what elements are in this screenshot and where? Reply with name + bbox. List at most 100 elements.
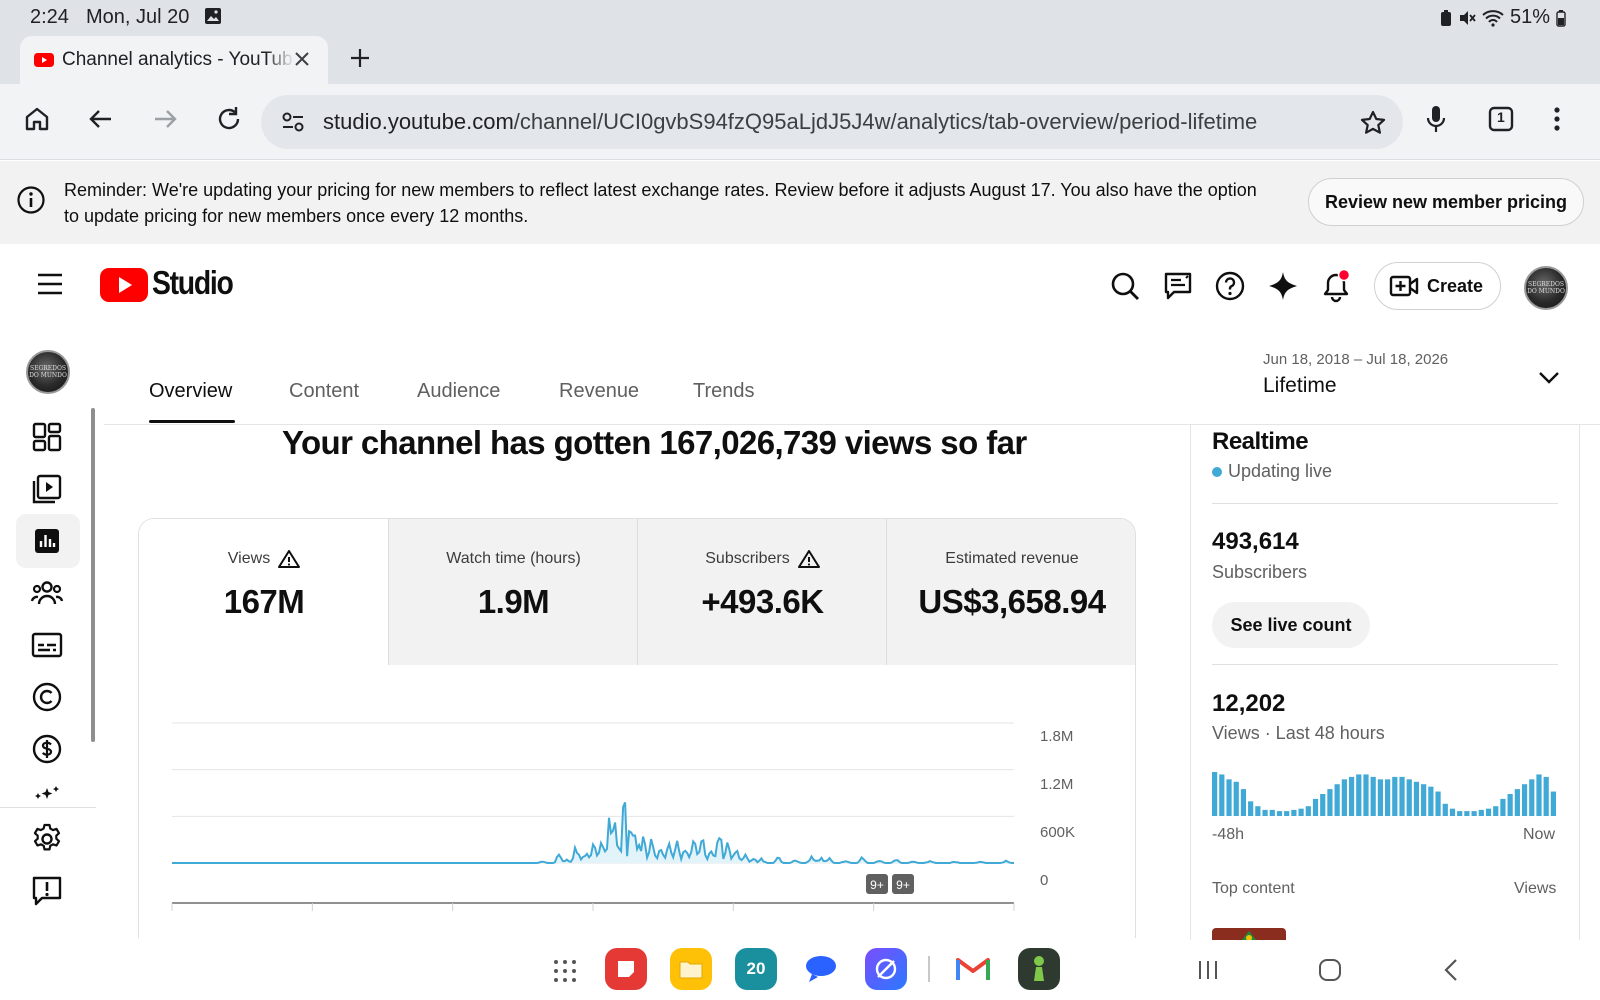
back-icon[interactable]	[86, 104, 116, 134]
video-add-icon	[1389, 274, 1419, 298]
realtime-bar	[1514, 789, 1520, 816]
battery-level: 51%	[1509, 6, 1550, 28]
info-icon	[16, 185, 46, 215]
realtime-bar	[1240, 789, 1247, 816]
realtime-bar	[1493, 806, 1499, 816]
close-tab-icon[interactable]	[290, 47, 314, 71]
comments-icon[interactable]	[1162, 270, 1194, 302]
top-content-label: Top content	[1212, 880, 1295, 897]
internet-app-icon[interactable]	[865, 948, 907, 990]
copyright-icon[interactable]	[30, 680, 64, 714]
realtime-separator	[1212, 503, 1558, 504]
metric-revenue-value: US$3,658.94	[918, 583, 1106, 620]
tab-audience[interactable]: Audience	[417, 380, 500, 403]
community-icon[interactable]	[30, 576, 64, 610]
customization-sparkle-icon[interactable]	[30, 784, 64, 800]
realtime-bar	[1269, 809, 1275, 816]
realtime-bar	[1212, 772, 1218, 816]
reminder-text: Reminder: We're updating your pricing fo…	[64, 180, 1257, 226]
realtime-bar	[1485, 808, 1492, 816]
y-tick-label: 1.8M	[1040, 728, 1074, 745]
realtime-subscribers-value: 493,614	[1212, 528, 1299, 555]
metric-subscribers-label: Subscribers	[705, 550, 790, 567]
realtime-bar	[1529, 779, 1535, 816]
metric-revenue-label: Estimated revenue	[945, 550, 1079, 567]
views-chart[interactable]: 9+ 9+	[139, 665, 1135, 938]
realtime-bar	[1478, 809, 1484, 816]
realtime-bar	[1521, 784, 1528, 816]
studio-wordmark[interactable]: Studio	[152, 264, 234, 302]
metric-watch-time[interactable]: Watch time (hours) 1.9M	[388, 519, 638, 665]
status-icons: 51%	[1440, 6, 1566, 29]
address-bar[interactable]: studio.youtube.com/channel/UCI0gvbS94fzQ…	[261, 95, 1403, 149]
metrics-card: Views 167M Watch time (hours) 1.9M Subsc…	[138, 518, 1136, 938]
metric-views[interactable]: Views 167M	[139, 519, 389, 665]
analytics-icon[interactable]	[30, 524, 64, 558]
chart-event-marker: 9+	[866, 874, 888, 894]
files-app-icon[interactable]	[670, 948, 712, 990]
search-icon[interactable]	[1109, 270, 1141, 302]
dashboard-icon[interactable]	[30, 420, 64, 454]
help-icon[interactable]	[1214, 270, 1246, 302]
chevron-down-icon[interactable]	[1537, 367, 1561, 387]
browser-tab[interactable]: Channel analytics - YouTube	[20, 36, 328, 84]
realtime-views-bars[interactable]	[1212, 768, 1558, 816]
earn-icon[interactable]	[30, 732, 64, 766]
more-options-icon[interactable]	[1550, 104, 1564, 134]
recent-apps-icon[interactable]	[1196, 958, 1220, 982]
chess-app-icon[interactable]	[1018, 948, 1060, 990]
back-button-icon[interactable]	[1440, 958, 1464, 982]
tab-content[interactable]: Content	[289, 380, 359, 403]
messages-app-icon[interactable]	[800, 948, 842, 990]
menu-icon[interactable]	[36, 272, 64, 296]
metric-subscribers[interactable]: Subscribers +493.6K	[637, 519, 887, 665]
feedback-icon[interactable]	[30, 874, 64, 908]
new-tab-button[interactable]	[346, 44, 374, 72]
home-icon[interactable]	[22, 104, 52, 134]
reload-icon[interactable]	[214, 104, 244, 134]
channel-avatar[interactable]: SEGREDOS DO MUNDO	[26, 350, 70, 394]
microphone-icon[interactable]	[1422, 104, 1450, 134]
notifications-bell-icon[interactable]	[1319, 268, 1353, 304]
app-drawer-icon[interactable]	[552, 958, 578, 984]
realtime-bar	[1500, 798, 1506, 816]
forward-icon[interactable]	[150, 104, 180, 134]
settings-gear-icon[interactable]	[30, 822, 64, 856]
account-avatar[interactable]: SEGREDOS DO MUNDO	[1524, 266, 1568, 310]
realtime-bar	[1377, 779, 1383, 816]
site-settings-icon[interactable]	[281, 111, 305, 133]
metric-views-label: Views	[227, 550, 271, 567]
url-domain: studio.youtube.com	[323, 109, 514, 134]
tab-trends[interactable]: Trends	[693, 380, 755, 403]
live-label: Updating live	[1228, 461, 1333, 481]
y-tick-label: 600K	[1040, 824, 1076, 841]
content-icon[interactable]	[30, 472, 64, 506]
create-label: Create	[1427, 275, 1484, 296]
bookmark-star-icon[interactable]	[1359, 109, 1387, 137]
youtube-logo-icon[interactable]	[100, 268, 148, 302]
nav-scrollbar[interactable]	[91, 408, 95, 742]
see-live-count-button[interactable]: See live count	[1212, 602, 1370, 648]
create-button[interactable]: Create	[1374, 262, 1501, 310]
realtime-bar	[1550, 791, 1556, 816]
notes-app-icon[interactable]	[605, 948, 647, 990]
review-pricing-button[interactable]: Review new member pricing	[1308, 178, 1584, 226]
realtime-bar	[1312, 798, 1319, 816]
tab-switcher-button[interactable]: 1	[1486, 104, 1516, 134]
home-button-icon[interactable]	[1318, 958, 1342, 982]
calendar-app-icon[interactable]: 20	[735, 948, 777, 990]
status-time: 2:24	[30, 6, 69, 28]
realtime-bar	[1392, 776, 1398, 816]
realtime-live-status: Updating live	[1212, 461, 1332, 482]
realtime-bar	[1464, 811, 1470, 816]
metric-revenue[interactable]: Estimated revenue US$3,658.94	[886, 519, 1135, 665]
studio-header: Studio Create SEGREDOS DO MUNDO	[0, 244, 1600, 328]
top-content-thumbnail[interactable]	[1212, 928, 1286, 940]
sparkle-icon[interactable]	[1267, 270, 1299, 302]
tab-revenue[interactable]: Revenue	[559, 380, 639, 403]
mute-icon	[1458, 9, 1476, 27]
subtitles-icon[interactable]	[30, 628, 64, 662]
realtime-bar	[1334, 784, 1340, 816]
tab-overview[interactable]: Overview	[149, 380, 232, 403]
gmail-app-icon[interactable]	[952, 948, 994, 990]
